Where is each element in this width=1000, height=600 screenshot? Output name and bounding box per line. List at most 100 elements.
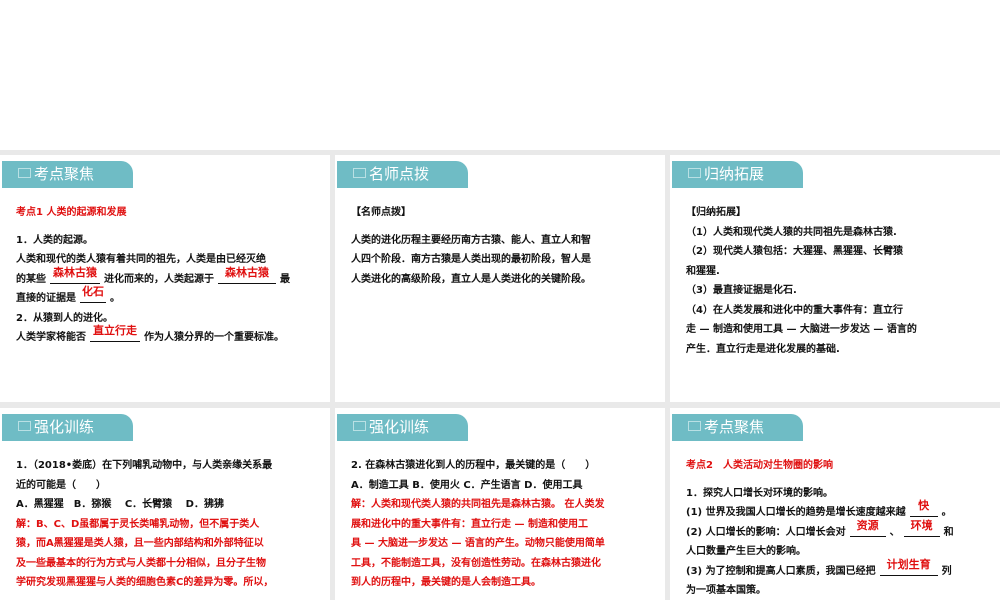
panel-1[interactable]: 考点聚焦考点1 人类的起源和发展 1．人类的起源。人类和现代的类人猿有着共同的祖先… [0,155,330,402]
text-line: 人类学家将能否 直立行走 作为人猿分界的一个重要标准。 [16,325,320,348]
body-text: （1）人类和现代类人猿的共同祖先是森林古猿. [686,226,897,238]
text-line: 展和进化中的重大事件有：直立行走 — 制造和使用工 [351,515,655,535]
section-tab: 考点聚焦 [2,161,133,188]
section-tab: 名师点拨 [337,161,468,188]
body-text: 【名师点拨】 [351,207,411,218]
panel-content: 考点1 人类的起源和发展 1．人类的起源。人类和现代的类人猿有着共同的祖先，人类是… [16,203,320,348]
text-line: 人口数量产生巨大的影响。 [686,542,990,562]
body-text: (1) 世界及我国人口增长的趋势是增长速度越来越 [686,507,906,518]
body-text: （2）现代类人猿包括：大猩猩、黑猩猩、长臂猿 [686,246,903,257]
panel-3[interactable]: 归纳拓展【归纳拓展】 （1）人类和现代类人猿的共同祖先是森林古猿. （2）现代类人猿… [670,155,1000,402]
body-text: 1．（2018•娄底）在下列哺乳动物中，与人类亲缘关系最 [16,460,273,471]
section-tab: 考点聚焦 [672,414,803,441]
fill-blank: 化石 [80,286,106,303]
body-text: 人类和现代的类人猿有着共同的祖先，人类是由已经灭绝 [16,254,266,265]
highlight-text: 具 — 大脑进一步发达 — 语言的产生。动物只能使用简单 [351,538,605,549]
text-line: A．制造工具 B．使用火 C．产生语言 D．使用工具 [351,476,655,496]
body-text: 最 [280,273,290,285]
section-tab: 强化训练 [2,414,133,441]
body-text: （3）最直接证据是化石. [686,285,797,296]
body-text: 和猩猩. [686,265,720,277]
text-line: 考点2 人类活动对生物圈的影响 [686,456,990,476]
body-text: 列 [941,565,952,577]
text-line: 人类的进化历程主要经历南方古猿、能人、直立人和智 [351,231,655,251]
book-icon [353,421,366,431]
fill-blank: 资源 [849,519,886,537]
text-line: 解：人类和现代类人猿的共同祖先是森林古猿。 在人类发 [351,495,655,515]
blank-answer: 森林古猿 [53,265,97,279]
text-line: 2. 在森林古猿进化到人的历程中，最关键的是（ ） [351,456,655,476]
blank-answer: 森林古猿 [225,265,269,279]
section-title: 强化训练 [369,418,430,436]
body-text: 走 — 制造和使用工具 — 大脑进一步发达 — 语言的 [686,324,917,335]
body-text: 1．探究人口增长对环境的影响。 [686,487,833,499]
text-line: 人类进化的高级阶段，直立人是人类进化的关键阶段。 [351,270,655,290]
panel-content: 考点2 人类活动对生物圈的影响 1．探究人口增长对环境的影响。 (1) 世界及我国人… [686,456,990,600]
blank-answer: 计划生育 [886,557,931,571]
body-text: （4）在人类发展和进化中的重大事件有：直立行 [686,304,903,316]
body-text: (3) 为了控制和提高人口素质，我国已经把 [686,565,876,577]
body-text: (2) 人口增长的影响：人口增长会对 [686,526,846,538]
highlight-text: 工具，不能制造工具，没有创造性劳动。在森林古猿进化 [351,557,601,569]
fill-blank: 快 [909,500,938,517]
text-line: 到人的历程中，最关键的是人会制造工具。 [351,573,655,593]
text-line: （3）最直接证据是化石. [686,281,990,301]
highlight-text: 展和进化中的重大事件有：直立行走 — 制造和使用工 [351,518,588,530]
text-line: 走 — 制造和使用工具 — 大脑进一步发达 — 语言的 [686,320,990,340]
highlight-text: 猿，而A黑猩猩是类人猿，且一些内部结构和外部特征以 [16,538,264,549]
body-text: 1．人类的起源。 [16,234,93,246]
body-text: 人类进化的高级阶段，直立人是人类进化的关键阶段。 [351,273,591,285]
text-line: 工具，不能制造工具，没有创造性劳动。在森林古猿进化 [351,554,655,574]
body-text: A．制造工具 B．使用火 C．产生语言 D．使用工具 [351,479,583,491]
highlight-text: 考点2 人类活动对生物圈的影响 [686,460,833,471]
text-line: （1）人类和现代类人猿的共同祖先是森林古猿. [686,223,990,243]
slide-thumbnail-grid: 考点聚焦 考点1 人类的起源和发展 1．人类的起源。 人类和现代的类人猿有着共同的祖先… [0,150,1000,600]
section-tab: 归纳拓展 [672,161,803,188]
text-line: 【归纳拓展】 [686,203,990,223]
text-line: (2) 人口增长的影响：人口增长会对 资源、环境和 [686,519,990,543]
fill-blank: 森林古猿 [50,266,100,284]
body-text: 近的可能是（ ） [16,479,106,491]
section-title: 强化训练 [34,418,95,436]
body-text: 人口数量产生巨大的影响。 [686,546,806,557]
highlight-text: 及一些最基本的行为方式与人类都十分相似，且分子生物 [16,557,266,569]
fill-blank: 森林古猿 [218,266,276,284]
text-line: 【名师点拨】 [351,203,655,223]
panel-2[interactable]: 名师点拨 【名师点拨】 人类的进化历程主要经历南方古猿、能人、直立人和智 人四个阶段．… [335,155,665,402]
text-line: 1．（2018•娄底）在下列哺乳动物中，与人类亲缘关系最 [16,456,320,476]
text-line: 猿，而A黑猩猩是类人猿，且一些内部结构和外部特征以 [16,534,320,554]
book-icon [688,421,701,431]
section-title: 归纳拓展 [704,165,765,183]
fill-blank: 直立行走 [90,325,140,342]
text-line: 和猩猩. [686,262,990,282]
body-text: 进化而来的，人类起源于 [104,273,214,285]
body-text: 。 [110,293,120,304]
body-text: 【归纳拓展】 [686,207,746,218]
body-text: 和 [943,526,954,538]
section-title: 名师点拨 [369,165,430,183]
body-text: 作为人猿分界的一个重要标准。 [144,332,284,343]
section-title: 考点聚焦 [34,165,95,183]
text-line: 近的可能是（ ） [16,476,320,496]
text-line: （4）在人类发展和进化中的重大事件有：直立行 [686,301,990,321]
body-text: 人类学家将能否 [16,332,86,343]
panel-4[interactable]: 强化训练 1．（2018•娄底）在下列哺乳动物中，与人类亲缘关系最 近的可能是（ ）… [0,408,330,600]
body-text: 为一项基本国策。 [686,585,766,596]
blank-answer: 快 [918,499,930,512]
panel-6[interactable]: 考点聚焦考点2 人类活动对生物圈的影响 1．探究人口增长对环境的影响。 (1) 世界… [670,408,1000,600]
section-tab: 强化训练 [337,414,468,441]
panel-content: 【归纳拓展】 （1）人类和现代类人猿的共同祖先是森林古猿. （2）现代类人猿包括：大… [686,203,990,359]
panel-content: 1．（2018•娄底）在下列哺乳动物中，与人类亲缘关系最 近的可能是（ ） A．黑猩… [16,456,320,593]
panel-5[interactable]: 强化训练 2. 在森林古猿进化到人的历程中，最关键的是（ ） A．制造工具 B．使用… [335,408,665,600]
fill-blank: 计划生育 [879,558,938,576]
book-icon [18,421,31,431]
text-line: A．黑猩猩 B．猕猴 C．长臂猿 D．狒狒 [16,495,320,515]
panel-content: 【名师点拨】 人类的进化历程主要经历南方古猿、能人、直立人和智 人四个阶段．南方古猿… [351,203,655,289]
text-line: 考点1 人类的起源和发展 [16,203,320,223]
text-line: 解：B、C、D虽都属于灵长类哺乳动物，但不属于类人 [16,515,320,535]
text-line: 2．从猿到人的进化。 [16,309,320,329]
body-text: 的某些 [16,273,46,285]
blank-answer: 直立行走 [93,324,137,337]
highlight-text: 考点1 人类的起源和发展 [16,207,127,218]
text-line: 具 — 大脑进一步发达 — 语言的产生。动物只能使用简单 [351,534,655,554]
